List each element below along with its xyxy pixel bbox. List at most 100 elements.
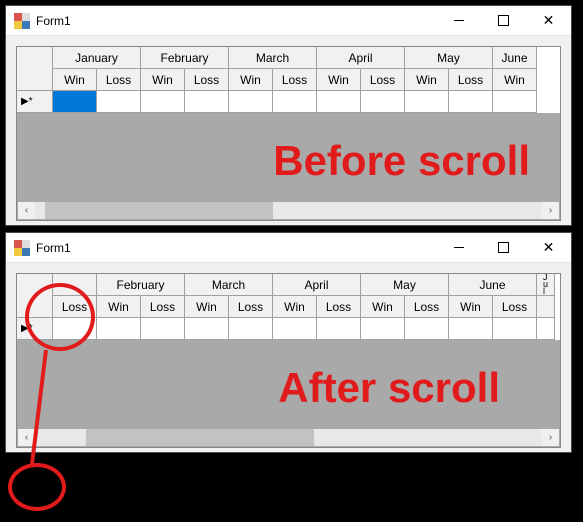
sub-header[interactable]: Win [317,69,361,91]
data-cell[interactable] [141,318,185,340]
data-cell[interactable] [273,91,317,113]
scroll-thumb[interactable] [86,429,314,446]
sub-header[interactable]: Loss [97,69,141,91]
data-cell[interactable] [449,91,493,113]
month-column: MayWinLoss [405,47,493,113]
month-header[interactable]: Jul [537,274,555,296]
scroll-left-button[interactable]: ‹ [18,202,35,219]
sub-header[interactable]: Win [361,296,405,318]
sub-header[interactable]: Loss [317,296,361,318]
month-column: AprilWinLoss [273,274,361,340]
sub-header[interactable]: Win [273,296,317,318]
month-header[interactable]: June [449,274,537,296]
data-cell[interactable] [493,91,537,113]
data-cell[interactable] [229,91,273,113]
data-cell[interactable] [537,318,555,340]
sub-header[interactable]: Win [449,296,493,318]
scroll-right-button[interactable]: › [542,202,559,219]
month-header[interactable]: March [185,274,273,296]
sub-header[interactable]: Loss [141,296,185,318]
horizontal-scrollbar[interactable]: ‹ › [18,202,559,219]
sub-header[interactable] [537,296,555,318]
data-cell[interactable] [317,91,361,113]
month-header[interactable]: February [141,47,229,69]
sub-header[interactable]: Loss [229,296,273,318]
data-cell[interactable] [97,318,141,340]
data-cell[interactable] [405,91,449,113]
month-column: JuneWin [493,47,537,113]
data-cell[interactable] [449,318,493,340]
annotation-before-label: Before scroll [273,137,530,185]
client-area: ▶* LossFebruaryWinLossMarchWinLossAprilW… [6,263,571,452]
sub-header[interactable]: Loss [405,296,449,318]
month-column-partial: Jul [537,274,555,340]
month-column: AprilWinLoss [317,47,405,113]
data-cell[interactable] [361,91,405,113]
data-cell[interactable] [185,91,229,113]
data-cell[interactable] [141,91,185,113]
sub-header[interactable]: Win [185,296,229,318]
data-cell[interactable] [97,91,141,113]
sub-header[interactable]: Loss [185,69,229,91]
sub-header[interactable]: Loss [493,296,537,318]
window-after: Form1 ✕ ▶* LossFebruaryWinLossMarchWinLo… [5,232,572,453]
data-cell[interactable] [229,318,273,340]
client-area: ▶* JanuaryWinLossFebruaryWinLossMarchWin… [6,36,571,225]
window-title: Form1 [36,241,71,255]
sub-header[interactable]: Win [493,69,537,91]
close-button[interactable]: ✕ [526,233,571,262]
sub-header[interactable]: Win [53,69,97,91]
maximize-button[interactable] [481,233,526,262]
scroll-left-button[interactable]: ‹ [18,429,35,446]
scroll-track[interactable] [35,202,542,219]
sub-header[interactable]: Win [405,69,449,91]
data-cell[interactable] [53,91,97,113]
minimize-button[interactable] [436,6,481,35]
window-title: Form1 [36,14,71,28]
sub-header[interactable]: Win [97,296,141,318]
sub-header[interactable]: Win [229,69,273,91]
sub-header[interactable]: Loss [53,296,97,318]
datagrid[interactable]: ▶* JanuaryWinLossFebruaryWinLossMarchWin… [16,46,561,221]
scroll-track[interactable] [35,429,542,446]
sub-header[interactable]: Win [141,69,185,91]
month-header[interactable]: May [405,47,493,69]
minimize-button[interactable] [436,233,481,262]
data-cell[interactable] [361,318,405,340]
sub-header[interactable]: Loss [273,69,317,91]
row-indicator[interactable]: ▶* [17,91,52,113]
data-cell[interactable] [53,318,97,340]
data-cell[interactable] [185,318,229,340]
month-header[interactable]: April [317,47,405,69]
scroll-right-button[interactable]: › [542,429,559,446]
month-column: FebruaryWinLoss [141,47,229,113]
datagrid[interactable]: ▶* LossFebruaryWinLossMarchWinLossAprilW… [16,273,561,448]
month-header[interactable]: June [493,47,537,69]
data-cell[interactable] [273,318,317,340]
titlebar[interactable]: Form1 ✕ [6,6,571,36]
month-header[interactable]: February [97,274,185,296]
month-column: FebruaryWinLoss [97,274,185,340]
month-header-empty [53,274,97,296]
month-header[interactable]: April [273,274,361,296]
annotation-after-label: After scroll [278,364,500,412]
row-indicator[interactable]: ▶* [17,318,52,340]
horizontal-scrollbar[interactable]: ‹ › [18,429,559,446]
data-cell[interactable] [405,318,449,340]
maximize-button[interactable] [481,6,526,35]
data-cell[interactable] [493,318,537,340]
month-column: MarchWinLoss [229,47,317,113]
close-button[interactable]: ✕ [526,6,571,35]
titlebar[interactable]: Form1 ✕ [6,233,571,263]
month-column: MarchWinLoss [185,274,273,340]
month-header[interactable]: May [361,274,449,296]
sub-header[interactable]: Loss [449,69,493,91]
month-column: JuneWinLoss [449,274,537,340]
month-header[interactable]: January [53,47,141,69]
data-cell[interactable] [317,318,361,340]
app-icon [14,13,30,29]
scroll-thumb[interactable] [45,202,273,219]
sub-header[interactable]: Loss [361,69,405,91]
month-column-partial: Loss [53,274,97,340]
month-header[interactable]: March [229,47,317,69]
